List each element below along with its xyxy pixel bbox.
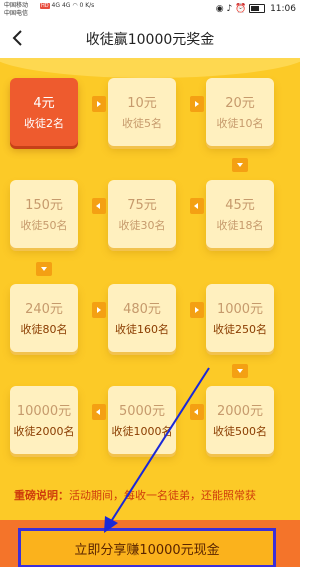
- eye-icon: ◉: [215, 4, 224, 14]
- rules-notice: 重磅说明：活动期间，每收一名徒弟，还能照常获: [14, 487, 300, 503]
- reward-requirement: 收徒18名: [216, 219, 264, 232]
- reward-card: 10000元 收徒2000名: [10, 386, 78, 454]
- connector-arrow-icon: [36, 262, 52, 276]
- status-bar: 中国移动 中国电信 HD 4G 4G ◠ 0 K/s ◉ ♪ ⏰ 11:06: [0, 0, 300, 20]
- connector-arrow-icon: [92, 404, 106, 420]
- reward-amount: 20元: [225, 96, 255, 111]
- reward-card: 10元收徒5名: [108, 78, 176, 146]
- signal-icon: 4G: [51, 2, 61, 9]
- connector-arrow-icon: [232, 158, 248, 172]
- reward-requirement: 收徒250名: [213, 323, 267, 336]
- reward-card: 150元收徒50名: [10, 180, 78, 248]
- connector-arrow-icon: [92, 198, 106, 214]
- reward-requirement: 收徒160名: [115, 323, 169, 336]
- reward-card: 4元收徒2名: [10, 78, 78, 146]
- connector-arrow-icon: [92, 302, 106, 318]
- mute-icon: ♪: [226, 4, 233, 14]
- connector-arrow-icon: [92, 96, 106, 112]
- connector-arrow-icon: [190, 198, 204, 214]
- battery-icon: [249, 4, 266, 13]
- reward-card: 2000元收徒500名: [206, 386, 274, 454]
- carrier-label-primary: 中国移动: [4, 2, 29, 9]
- reward-card: 75元收徒30名: [108, 180, 176, 248]
- reward-amount: 240元: [25, 302, 63, 317]
- reward-card: 1000元收徒250名: [206, 284, 274, 352]
- reward-amount: 2000元: [216, 404, 264, 419]
- reward-card: 45元收徒18名: [206, 180, 274, 248]
- reward-requirement: 收徒80名: [20, 323, 68, 336]
- reward-requirement: 收徒2000名: [13, 425, 75, 438]
- clock: 11:06: [270, 4, 296, 14]
- connector-arrow-icon: [232, 364, 248, 378]
- status-icons: HD 4G 4G ◠ 0 K/s: [40, 2, 94, 9]
- reward-requirement: 收徒50名: [20, 219, 68, 232]
- reward-card: 240元收徒80名: [10, 284, 78, 352]
- reward-amount: 75元: [127, 198, 157, 213]
- reward-card: 20元收徒10名: [206, 78, 274, 146]
- share-cash-button[interactable]: 立即分享赚10000元现金: [18, 528, 276, 567]
- reward-panel: 4元收徒2名 10元收徒5名 20元收徒10名 45元收徒18名 75元收徒30名 150…: [0, 58, 300, 567]
- reward-requirement: 收徒500名: [213, 425, 267, 438]
- reward-grid: 4元收徒2名 10元收徒5名 20元收徒10名 45元收徒18名 75元收徒30名 150…: [0, 58, 300, 478]
- rules-text: 活动期间，每收一名徒弟，还能照常获: [69, 489, 256, 502]
- connector-arrow-icon: [190, 404, 204, 420]
- reward-amount: 10000元: [16, 404, 72, 419]
- reward-requirement: 收徒30名: [118, 219, 166, 232]
- reward-amount: 150元: [25, 198, 63, 213]
- page-title: 收徒赢10000元奖金: [85, 32, 215, 48]
- reward-requirement: 收徒5名: [122, 117, 162, 130]
- reward-amount: 10元: [127, 96, 157, 111]
- reward-amount: 5000元: [118, 404, 166, 419]
- reward-amount: 4元: [33, 96, 55, 111]
- connector-arrow-icon: [190, 96, 204, 112]
- reward-amount: 45元: [225, 198, 255, 213]
- reward-requirement: 收徒2名: [24, 117, 64, 130]
- reward-amount: 1000元: [216, 302, 264, 317]
- reward-requirement: 收徒1000名: [111, 425, 173, 438]
- status-right: ◉ ♪ ⏰ 11:06: [216, 4, 296, 14]
- connector-arrow-icon: [190, 302, 204, 318]
- carrier-label-secondary: 中国电信: [4, 10, 29, 17]
- reward-card: 480元收徒160名: [108, 284, 176, 352]
- network-speed: 0 K/s: [79, 2, 95, 9]
- signal-icon-2: 4G: [61, 2, 71, 9]
- wifi-icon: ◠: [72, 2, 78, 9]
- hd-badge: HD: [40, 3, 50, 9]
- reward-requirement: 收徒10名: [216, 117, 264, 130]
- reward-amount: 480元: [123, 302, 161, 317]
- reward-card: 5000元收徒1000名: [108, 386, 176, 454]
- alarm-icon: ⏰: [235, 4, 247, 14]
- bottom-bar: 立即分享赚10000元现金: [0, 520, 300, 567]
- rules-label: 重磅说明：: [14, 489, 69, 502]
- app-header: 收徒赢10000元奖金: [0, 20, 300, 58]
